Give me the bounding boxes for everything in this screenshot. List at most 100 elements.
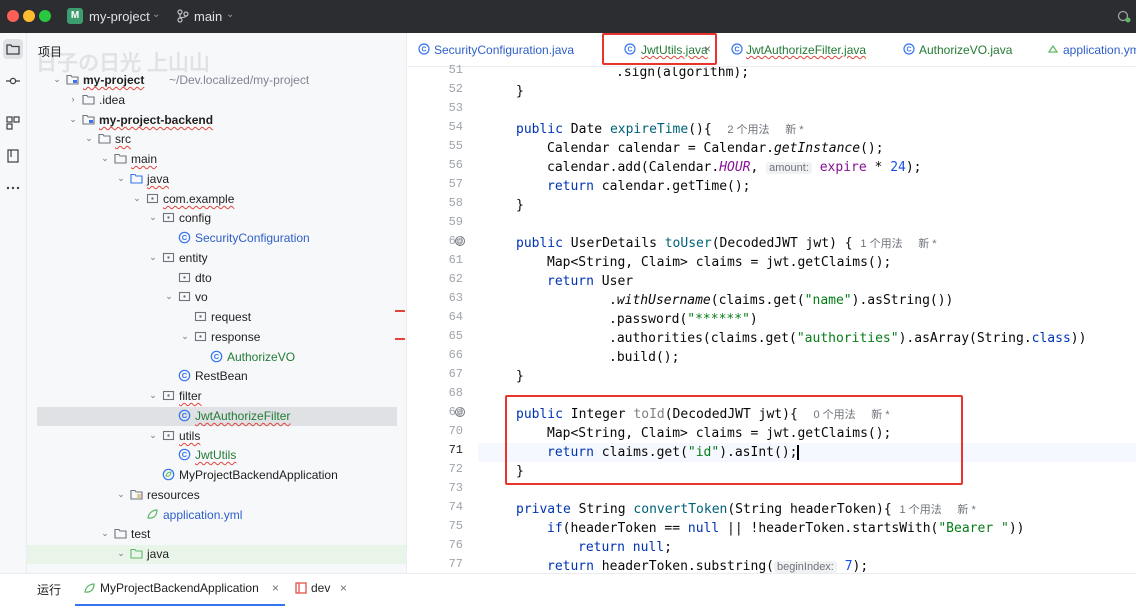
more-tools-button[interactable] bbox=[3, 178, 23, 198]
commit-tool-button[interactable] bbox=[3, 71, 23, 91]
tree-item[interactable]: C RestBean bbox=[27, 367, 406, 386]
chevron-right-icon[interactable]: › bbox=[68, 94, 78, 104]
yaml-file-icon bbox=[1047, 44, 1059, 53]
usage-hint[interactable]: 0 个用法 bbox=[813, 409, 855, 421]
branch-selector[interactable]: main bbox=[194, 9, 222, 24]
usage-hint[interactable]: 2 个用法 bbox=[727, 124, 769, 136]
close-tab-icon[interactable]: × bbox=[272, 581, 279, 595]
tree-item[interactable]: request bbox=[27, 308, 406, 327]
code-line: Map<String, Claim> claims = jwt.getClaim… bbox=[547, 426, 892, 441]
close-tab-icon[interactable]: × bbox=[704, 42, 711, 56]
tree-item[interactable]: C SecurityConfiguration bbox=[27, 229, 406, 248]
tool-window-strip bbox=[0, 33, 27, 573]
line-number: 64 bbox=[448, 310, 463, 324]
chevron-down-icon[interactable]: ⌄ bbox=[148, 252, 158, 262]
line-number: 61 bbox=[448, 253, 463, 267]
tree-item[interactable]: › .idea bbox=[27, 91, 406, 110]
tree-item[interactable]: C AuthorizeVO bbox=[27, 348, 406, 367]
tree-item[interactable]: ⌄ java bbox=[27, 545, 406, 564]
chevron-down-icon[interactable]: ⌄ bbox=[148, 212, 158, 222]
chevron-down-icon[interactable]: ⌄ bbox=[148, 390, 158, 400]
tree-item[interactable]: ⌄ vo bbox=[27, 288, 406, 307]
structure-tool-button[interactable] bbox=[3, 113, 23, 133]
chevron-down-icon[interactable]: ⌄ bbox=[164, 291, 174, 301]
chevron-down-icon[interactable]: ⌄ bbox=[100, 528, 110, 538]
tree-item[interactable]: ⌄ resources bbox=[27, 486, 406, 505]
line-number: 58 bbox=[448, 196, 463, 210]
code-line: return null; bbox=[578, 540, 672, 555]
tree-item[interactable]: ⌄ java bbox=[27, 170, 406, 189]
folder-icon bbox=[98, 133, 111, 144]
java-class-icon: C bbox=[178, 369, 191, 382]
chevron-down-icon[interactable]: ⌄ bbox=[116, 173, 126, 183]
bookmarks-tool-button[interactable] bbox=[3, 146, 23, 166]
tree-item[interactable]: ⌄ src bbox=[27, 130, 406, 149]
package-icon bbox=[146, 193, 159, 204]
tree-item[interactable]: ⌄ my-project ~/Dev.localized/my-project bbox=[27, 71, 406, 90]
chevron-down-icon[interactable]: ⌄ bbox=[132, 193, 142, 203]
project-tool-button[interactable] bbox=[3, 39, 23, 59]
config-icon bbox=[295, 582, 307, 594]
tree-item[interactable]: dto bbox=[27, 269, 406, 288]
chevron-down-icon[interactable]: ⌄ bbox=[52, 74, 62, 84]
chevron-down-icon[interactable]: ⌄ bbox=[84, 133, 94, 143]
tree-item-label: main bbox=[131, 152, 158, 166]
chevron-down-icon[interactable]: ⌄ bbox=[100, 153, 110, 163]
chevron-down-icon[interactable]: ⌄ bbox=[116, 548, 126, 558]
tab-jwt-authorize-filter[interactable]: C JwtAuthorizeFilter.java bbox=[731, 33, 881, 67]
tree-item[interactable]: ⌄ filter bbox=[27, 387, 406, 406]
tab-application-yml[interactable]: application.ym bbox=[1047, 33, 1136, 67]
project-selector[interactable]: my-project bbox=[89, 9, 150, 24]
minimize-window-button[interactable] bbox=[23, 10, 35, 22]
run-tab-app[interactable]: MyProjectBackendApplication bbox=[100, 581, 259, 595]
param-hint: amount: bbox=[766, 162, 812, 174]
line-number: 62 bbox=[448, 272, 463, 286]
tree-item[interactable]: application.yml bbox=[27, 506, 406, 525]
tree-item-label: my-project bbox=[83, 73, 145, 87]
close-tab-icon[interactable]: × bbox=[340, 581, 347, 595]
chevron-down-icon[interactable]: ⌄ bbox=[68, 114, 78, 124]
tree-item[interactable]: ⌄ my-project-backend bbox=[27, 111, 406, 130]
line-number: 60 bbox=[448, 234, 463, 248]
tree-item[interactable]: ⌄ main bbox=[27, 150, 406, 169]
tree-item-label: RestBean bbox=[195, 369, 248, 383]
tree-item[interactable]: MyProjectBackendApplication bbox=[27, 466, 406, 485]
tab-authorize-vo[interactable]: C AuthorizeVO.java bbox=[903, 33, 1023, 67]
chevron-down-icon[interactable]: ⌄ bbox=[116, 489, 126, 499]
tree-item-label: application.yml bbox=[163, 508, 243, 522]
zoom-window-button[interactable] bbox=[39, 10, 51, 22]
tab-security-configuration[interactable]: C SecurityConfiguration.java bbox=[418, 33, 588, 67]
project-badge[interactable]: M bbox=[67, 8, 83, 24]
tree-item[interactable]: ⌄ response bbox=[27, 328, 406, 347]
usage-hint[interactable]: 1 个用法 bbox=[900, 504, 942, 516]
line-number: 72 bbox=[448, 462, 463, 476]
code-area[interactable]: .sign(algorithm); } public Date expireTi… bbox=[478, 67, 1136, 573]
more-icon bbox=[6, 186, 20, 190]
tree-item[interactable]: C JwtAuthorizeFilter bbox=[37, 407, 397, 426]
tree-item[interactable]: C JwtUtils bbox=[27, 446, 406, 465]
usage-hint[interactable]: 1 个用法 bbox=[860, 238, 902, 250]
tree-item-label: src bbox=[115, 132, 131, 146]
chevron-down-icon[interactable]: ⌄ bbox=[180, 331, 190, 341]
new-hint: 新 * bbox=[957, 504, 976, 516]
tree-item-path: ~/Dev.localized/my-project bbox=[169, 73, 310, 87]
tab-label: application.ym bbox=[1063, 43, 1136, 57]
java-class-icon: C bbox=[731, 43, 743, 55]
new-hint: 新 * bbox=[871, 409, 890, 421]
tab-label: AuthorizeVO.java bbox=[919, 43, 1013, 57]
current-code-line: return claims.get("id").asInt(); bbox=[478, 443, 1136, 462]
tree-item-label: .idea bbox=[99, 93, 126, 107]
tree-item[interactable]: ⌄ utils bbox=[27, 427, 406, 446]
tree-item[interactable]: ⌄ config bbox=[27, 209, 406, 228]
close-window-button[interactable] bbox=[7, 10, 19, 22]
tree-item[interactable]: ⌄ entity bbox=[27, 249, 406, 268]
run-tab-dev[interactable]: dev bbox=[311, 581, 330, 595]
tree-item[interactable]: ⌄ com.example bbox=[27, 190, 406, 209]
update-icon[interactable] bbox=[1117, 10, 1131, 23]
editor-tab-bar: C SecurityConfiguration.java C JwtUtils.… bbox=[408, 33, 1136, 67]
new-hint: 新 * bbox=[918, 238, 937, 250]
svg-text:C: C bbox=[421, 47, 426, 54]
chevron-down-icon[interactable]: ⌄ bbox=[148, 430, 158, 440]
tree-item[interactable]: ⌄ test bbox=[27, 525, 406, 544]
line-number: 59 bbox=[448, 215, 463, 229]
